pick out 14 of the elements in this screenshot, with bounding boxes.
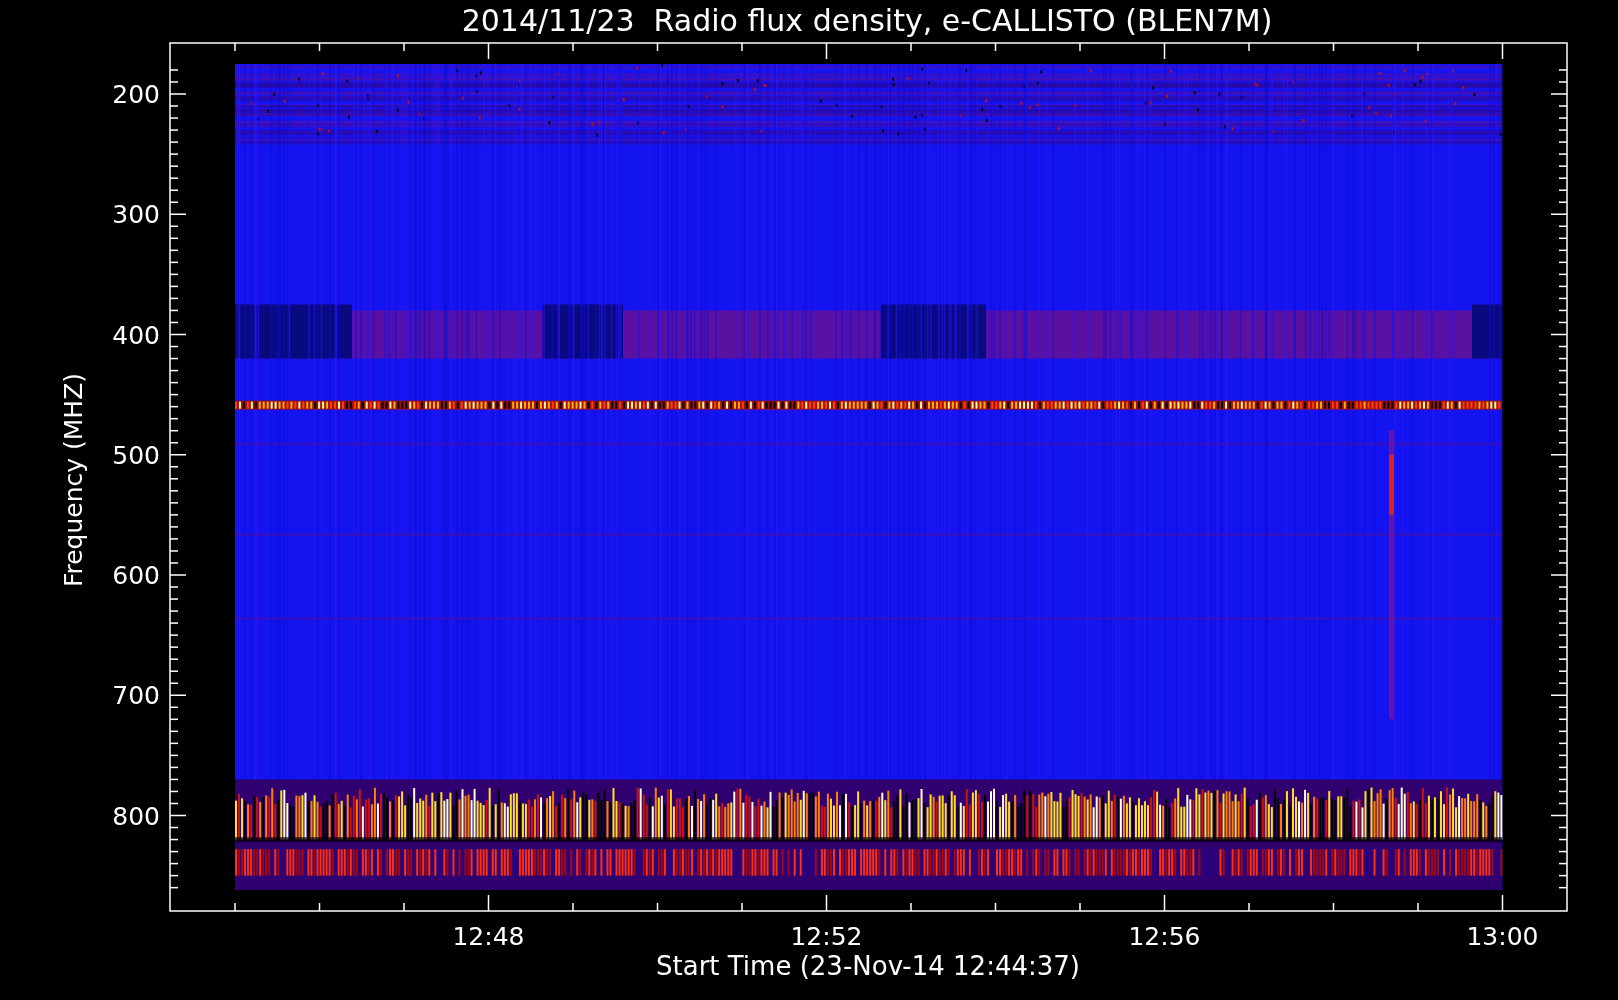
x-tick-label: 13:00	[1466, 922, 1539, 951]
y-tick-label: 700	[112, 681, 160, 711]
y-tick-label: 200	[112, 80, 160, 109]
x-tick-label: 12:52	[790, 922, 863, 951]
y-tick-label: 400	[112, 320, 160, 350]
x-tick-label: 12:48	[452, 922, 525, 951]
y-tick-label: 500	[112, 440, 160, 470]
y-tick-label: 300	[112, 200, 160, 230]
y-tick-label: 600	[112, 561, 160, 590]
y-axis-label: Frequency (MHZ)	[59, 372, 88, 588]
x-axis-label: Start Time (23-Nov-14 12:44:37)	[656, 951, 1080, 981]
x-tick-label: 12:56	[1128, 922, 1201, 951]
chart-title: 2014/11/23 Radio flux density, e-CALLISTO (BLEN7M)	[461, 3, 1273, 38]
y-tick-label: 800	[112, 801, 160, 831]
